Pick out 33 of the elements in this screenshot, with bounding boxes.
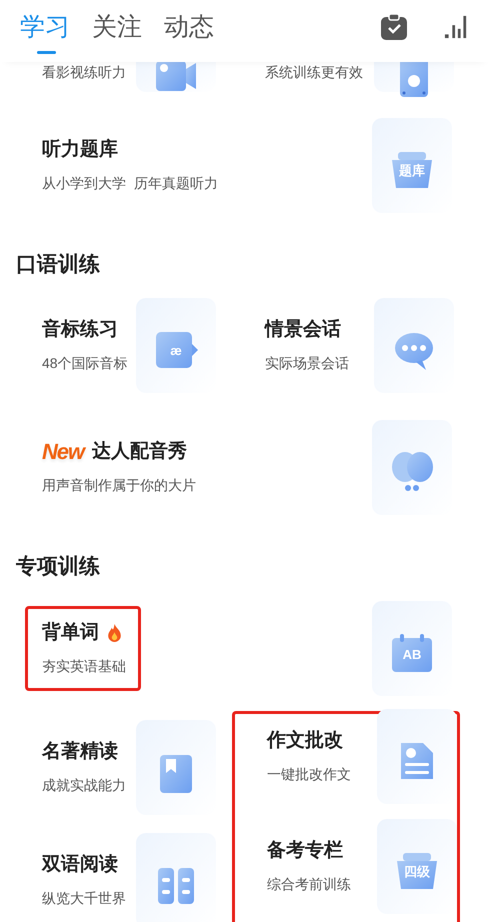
tab[interactable]: 关注 xyxy=(92,12,142,42)
item-title: 背单词 xyxy=(42,621,99,645)
paddles-icon xyxy=(390,450,434,494)
item-subtitle: 实际场景会话 xyxy=(265,354,349,372)
item-subtitle: 看影视练听力 xyxy=(42,63,126,82)
item-subtitle: 综合考前训练 xyxy=(267,874,351,894)
item-title: 音标练习 xyxy=(42,318,118,342)
icon-label: 题库 xyxy=(398,162,426,180)
item-subtitle: 夯实英语基础 xyxy=(42,657,126,676)
item-subtitle: 48个国际音标 xyxy=(42,354,128,372)
item-subtitle: 从小学到大学 历年真题听力 xyxy=(42,174,218,192)
item-title: 双语阅读 xyxy=(42,853,118,877)
clipboard-check-icon[interactable] xyxy=(380,13,408,41)
tab[interactable]: 动态 xyxy=(164,12,214,42)
item-subtitle: 纵览大千世界 xyxy=(42,889,126,908)
new-label: New xyxy=(42,440,84,464)
item-subtitle: 系统训练更有效 xyxy=(265,63,363,82)
item-title: 备考专栏 xyxy=(267,838,343,862)
tab-underline xyxy=(37,51,56,54)
section-title: 专项训练 xyxy=(16,554,100,580)
item-subtitle: 成就实战能力 xyxy=(42,776,126,795)
item-subtitle: 用声音制作属于你的大片 xyxy=(42,476,196,494)
item-subtitle: 一键批改作文 xyxy=(267,764,351,784)
icon-label: æ xyxy=(169,342,183,360)
icon-label: AB xyxy=(402,646,422,664)
item-title: 听力题库 xyxy=(42,138,118,162)
section-title: 口语训练 xyxy=(16,252,100,278)
item-title: 作文批改 xyxy=(267,728,343,752)
icon-label: 四级 xyxy=(403,863,431,881)
item-title: 情景会话 xyxy=(265,318,341,342)
item-title: 名著精读 xyxy=(42,740,118,764)
bar-chart-icon[interactable] xyxy=(444,13,468,41)
item-title: 达人配音秀 xyxy=(92,440,187,464)
